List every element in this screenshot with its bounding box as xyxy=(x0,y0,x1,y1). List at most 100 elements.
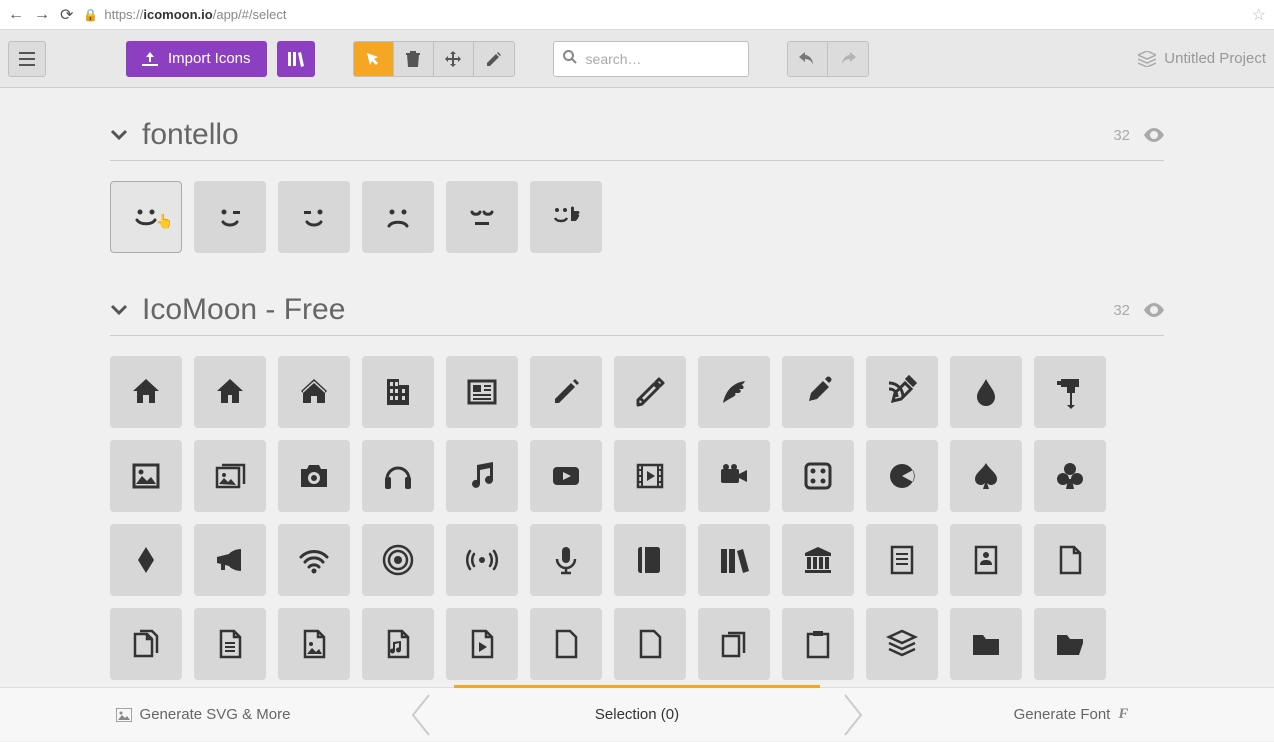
menu-button[interactable] xyxy=(8,41,46,77)
icon-home2[interactable] xyxy=(194,356,266,428)
reload-icon[interactable]: ⟳ xyxy=(60,5,73,25)
icon-music[interactable] xyxy=(446,440,518,512)
icon-pencil[interactable] xyxy=(530,356,602,428)
eye-icon[interactable] xyxy=(1144,128,1164,142)
chevron-down-icon xyxy=(110,304,128,316)
content-area: fontello 32 👆 IcoMoon - Free 32 xyxy=(0,88,1274,687)
icon-image[interactable] xyxy=(110,440,182,512)
icon-emo-wink[interactable] xyxy=(194,181,266,253)
icon-emo-unhappy[interactable] xyxy=(362,181,434,253)
icon-newspaper[interactable] xyxy=(446,356,518,428)
icon-connection[interactable] xyxy=(278,524,350,596)
delete-mode-button[interactable] xyxy=(394,42,434,76)
layers-icon xyxy=(1138,51,1156,67)
move-mode-button[interactable] xyxy=(434,42,474,76)
icon-dice[interactable] xyxy=(782,440,854,512)
icon-stack[interactable] xyxy=(866,608,938,680)
icon-home[interactable] xyxy=(110,356,182,428)
icon-books[interactable] xyxy=(698,524,770,596)
icon-paste[interactable] xyxy=(782,608,854,680)
app-toolbar: Import Icons Untitle xyxy=(0,30,1274,88)
icon-pacman[interactable] xyxy=(866,440,938,512)
eye-icon[interactable] xyxy=(1144,303,1164,317)
set-count: 32 xyxy=(1113,127,1130,144)
icon-file-video[interactable] xyxy=(530,608,602,680)
icon-file-text2[interactable] xyxy=(194,608,266,680)
hamburger-icon xyxy=(19,52,35,66)
icon-bullhorn[interactable] xyxy=(194,524,266,596)
url-bar[interactable]: 🔒 https://icomoon.io/app/#/select xyxy=(83,7,1241,22)
icon-film[interactable] xyxy=(614,440,686,512)
icon-file-empty[interactable] xyxy=(1034,524,1106,596)
icon-office[interactable] xyxy=(362,356,434,428)
image-icon xyxy=(116,708,132,722)
font-icon: F xyxy=(1118,706,1128,723)
icon-spades[interactable] xyxy=(950,440,1022,512)
search-wrap xyxy=(553,41,749,77)
library-button[interactable] xyxy=(277,41,315,77)
mode-toolbar xyxy=(353,41,515,77)
import-icons-button[interactable]: Import Icons xyxy=(126,41,267,77)
forward-icon[interactable]: → xyxy=(34,6,50,24)
icon-library[interactable] xyxy=(782,524,854,596)
trash-icon xyxy=(406,51,420,67)
icon-feed[interactable] xyxy=(446,524,518,596)
edit-mode-button[interactable] xyxy=(474,42,514,76)
lock-icon: 🔒 xyxy=(83,8,98,22)
icon-emo-thumbsup[interactable] xyxy=(530,181,602,253)
icon-folder[interactable] xyxy=(950,608,1022,680)
redo-icon xyxy=(840,52,856,66)
chevron-down-icon xyxy=(110,129,128,141)
icon-camera[interactable] xyxy=(278,440,350,512)
icon-copy[interactable] xyxy=(698,608,770,680)
select-mode-button[interactable] xyxy=(354,42,394,76)
icon-file-picture[interactable] xyxy=(278,608,350,680)
import-icon xyxy=(142,52,158,66)
icon-video-camera[interactable] xyxy=(698,440,770,512)
icon-home3[interactable] xyxy=(278,356,350,428)
set-title: IcoMoon - Free xyxy=(142,293,345,327)
project-switcher[interactable]: Untitled Project xyxy=(1138,50,1266,67)
icon-file-text[interactable] xyxy=(866,524,938,596)
icon-mic[interactable] xyxy=(530,524,602,596)
icon-podcast[interactable] xyxy=(362,524,434,596)
icon-pen[interactable] xyxy=(782,356,854,428)
redo-button[interactable] xyxy=(828,42,868,76)
set-header-fontello[interactable]: fontello 32 xyxy=(110,118,1164,152)
icon-headphones[interactable] xyxy=(362,440,434,512)
icon-file-music[interactable] xyxy=(362,608,434,680)
icon-images[interactable] xyxy=(194,440,266,512)
generate-svg-tab[interactable]: Generate SVG & More xyxy=(0,688,406,741)
history-toolbar xyxy=(787,41,869,77)
icon-diamonds[interactable] xyxy=(110,524,182,596)
icon-droplet[interactable] xyxy=(950,356,1022,428)
set-title: fontello xyxy=(142,118,239,152)
set-header-icomoon[interactable]: IcoMoon - Free 32 xyxy=(110,293,1164,327)
icon-book[interactable] xyxy=(614,524,686,596)
generate-font-tab[interactable]: Generate Font F xyxy=(868,688,1274,741)
icon-pencil2[interactable] xyxy=(614,356,686,428)
icon-file-play[interactable] xyxy=(446,608,518,680)
icon-folder-open[interactable] xyxy=(1034,608,1106,680)
icon-clubs[interactable] xyxy=(1034,440,1106,512)
bookmark-star-icon[interactable]: ☆ xyxy=(1252,5,1266,25)
icon-emo-sleep[interactable] xyxy=(446,181,518,253)
back-icon[interactable]: ← xyxy=(8,6,24,24)
icon-play[interactable] xyxy=(530,440,602,512)
icon-files-empty[interactable] xyxy=(110,608,182,680)
move-icon xyxy=(445,51,461,67)
selection-tab[interactable]: Selection (0) xyxy=(434,688,840,741)
icon-file-zip[interactable] xyxy=(614,608,686,680)
icon-quill[interactable] xyxy=(698,356,770,428)
icon-profile[interactable] xyxy=(950,524,1022,596)
icon-paint-format[interactable] xyxy=(1034,356,1106,428)
icon-blog[interactable] xyxy=(866,356,938,428)
search-input[interactable] xyxy=(553,41,749,77)
undo-button[interactable] xyxy=(788,42,828,76)
icon-emo-happy[interactable]: 👆 xyxy=(110,181,182,253)
browser-chrome: ← → ⟳ 🔒 https://icomoon.io/app/#/select … xyxy=(0,0,1274,30)
library-icon xyxy=(287,51,305,67)
pointer-icon xyxy=(365,51,381,67)
icon-emo-wink2[interactable] xyxy=(278,181,350,253)
search-icon xyxy=(563,50,577,69)
